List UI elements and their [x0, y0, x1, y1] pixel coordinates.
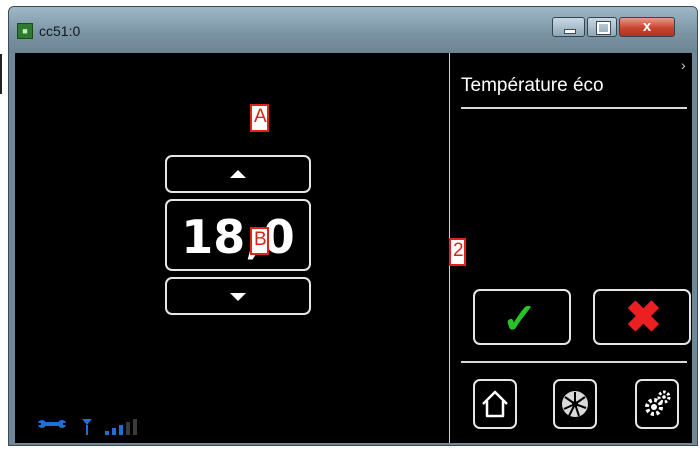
increase-button[interactable] [165, 155, 311, 193]
check-icon: ✓ [502, 295, 538, 342]
chevron-right-icon[interactable]: › [681, 57, 686, 73]
annotation-label-b: B [250, 227, 269, 255]
fan-icon [562, 391, 588, 417]
cross-icon: ✖ [625, 293, 662, 342]
settings-icon [645, 390, 671, 416]
wrench-icon [37, 420, 67, 428]
antenna-icon [82, 419, 92, 435]
confirm-button[interactable]: ✓ [473, 289, 571, 345]
arrow-down-icon [230, 293, 246, 301]
annotation-label-2: 2 [449, 238, 466, 266]
temperature-display: 18,0 [165, 199, 311, 271]
cancel-button[interactable]: ✖ [593, 289, 691, 345]
window-shadow-edge [0, 54, 2, 94]
panel-title: Température éco [461, 75, 604, 96]
title-bar[interactable]: ■ cc51:0 x [9, 7, 697, 53]
title-separator [461, 107, 687, 109]
home-button[interactable] [473, 379, 517, 429]
temperature-value: 18,0 [181, 210, 295, 264]
maximize-button[interactable] [587, 17, 617, 37]
settings-button[interactable] [635, 379, 679, 429]
close-button[interactable]: x [619, 17, 675, 37]
window-title: cc51:0 [39, 23, 81, 39]
nav-separator [461, 361, 687, 363]
annotation-label-a: A [250, 104, 269, 132]
fan-button[interactable] [553, 379, 597, 429]
home-icon [482, 390, 508, 418]
signal-bars-icon [105, 419, 137, 435]
close-icon: x [642, 18, 652, 35]
minimize-button[interactable] [552, 17, 585, 37]
device-screen: › Température éco 18,0 ✓ ✖ [15, 53, 692, 443]
decrease-button[interactable] [165, 277, 311, 315]
arrow-up-icon [230, 170, 246, 178]
app-window: ■ cc51:0 x › Température éco 18,0 ✓ ✖ [8, 6, 698, 446]
app-icon: ■ [17, 23, 33, 39]
